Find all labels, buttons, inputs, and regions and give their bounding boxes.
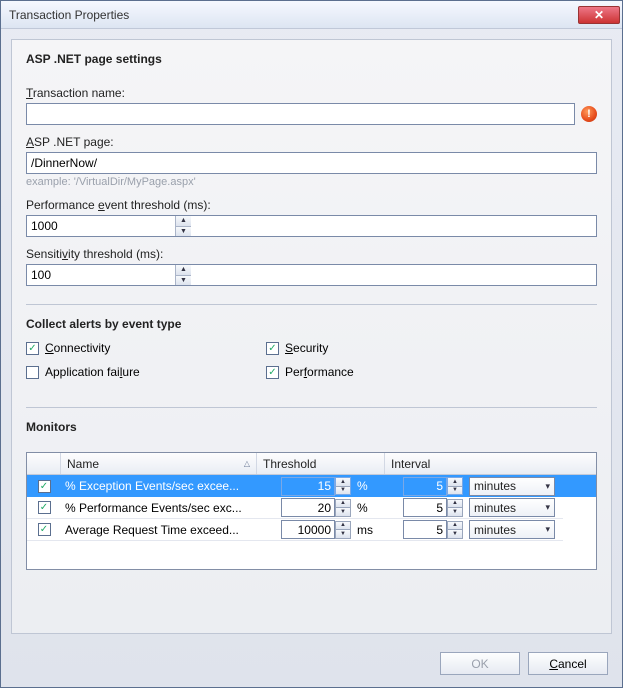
asp-page-label: ASP .NET page: [26,135,597,149]
row-checkbox[interactable]: ✓ [38,501,51,514]
table-row[interactable]: ✓% Exception Events/sec excee...15▲▼%5▲▼… [27,475,596,497]
transaction-name-input[interactable] [26,103,575,125]
perf-threshold-input[interactable] [27,216,175,236]
spin-up-icon[interactable]: ▲ [176,265,191,276]
perf-threshold-spinner[interactable]: ▲▼ [26,215,597,237]
interval-unit-combo[interactable]: minutes [469,477,555,496]
checkbox-icon: ✓ [266,342,279,355]
threshold-unit: % [353,475,385,497]
checkbox-label: Connectivity [45,341,110,355]
monitors-table: Name△ Threshold Interval ✓ % Exception Ev… [26,452,597,570]
threshold-value[interactable]: 10000 [281,520,335,539]
threshold-value[interactable]: 15 [281,477,335,496]
asp-page-hint: example: '/VirtualDir/MyPage.aspx' [26,176,597,188]
threshold-unit: % [353,497,385,519]
checkbox-icon: ✓ [26,342,39,355]
sens-threshold-input[interactable] [27,265,175,285]
titlebar: Transaction Properties ✕ [1,1,622,29]
spin-down-icon[interactable]: ▼ [336,530,350,538]
spin-down-icon[interactable]: ▼ [448,487,462,495]
row-name: % Performance Events/sec exc... [61,497,257,519]
threshold-spinner[interactable]: ▲▼ [335,499,351,517]
checkbox-icon: ✓ [266,366,279,379]
dialog-window: Transaction Properties ✕ ASP .NET page s… [0,0,623,688]
row-name: Average Request Time exceed... [61,519,257,541]
sort-asc-icon: △ [244,459,250,468]
error-icon: ! [581,106,597,122]
checkbox-connectivity[interactable]: ✓ Connectivity [26,341,226,355]
header-name[interactable]: Name△ [61,453,257,474]
spin-up-icon[interactable]: ▲ [448,522,462,531]
separator [26,407,597,408]
checkbox-performance[interactable]: ✓ Performance [266,365,466,379]
close-button[interactable]: ✕ [578,6,620,24]
dialog-footer: OK Cancel [1,644,622,687]
interval-spinner[interactable]: ▲▼ [447,499,463,517]
spin-down-icon[interactable]: ▼ [336,487,350,495]
spin-down-icon[interactable]: ▼ [336,508,350,516]
spin-up-icon[interactable]: ▲ [336,500,350,509]
row-name: % Exception Events/sec excee... [61,475,257,497]
transaction-name-label: Transaction name: [26,86,597,100]
checkbox-icon [26,366,39,379]
section-heading-page-settings: ASP .NET page settings [26,52,597,66]
header-threshold[interactable]: Threshold [257,453,385,474]
table-body: ✓% Exception Events/sec excee...15▲▼%5▲▼… [27,475,596,541]
threshold-spinner[interactable]: ▲▼ [335,521,351,539]
dialog-content: ASP .NET page settings Transaction name:… [11,39,612,634]
interval-unit-combo[interactable]: minutes [469,498,555,517]
checkbox-label: Performance [285,365,354,379]
header-interval[interactable]: Interval [385,453,596,474]
header-checkbox-col[interactable] [27,453,61,474]
spin-up-icon[interactable]: ▲ [176,216,191,227]
perf-threshold-label: Performance event threshold (ms): [26,198,597,212]
checkbox-security[interactable]: ✓ Security [266,341,466,355]
spin-up-icon[interactable]: ▲ [448,478,462,487]
threshold-spinner[interactable]: ▲▼ [335,477,351,495]
interval-value[interactable]: 5 [403,520,447,539]
sens-threshold-label: Sensitivity threshold (ms): [26,247,597,261]
table-row[interactable]: ✓% Performance Events/sec exc...20▲▼%5▲▼… [27,497,596,519]
spin-up-icon[interactable]: ▲ [336,478,350,487]
sens-threshold-spinner[interactable]: ▲▼ [26,264,597,286]
interval-spinner[interactable]: ▲▼ [447,521,463,539]
threshold-unit: ms [353,519,385,541]
ok-button[interactable]: OK [440,652,520,675]
row-checkbox[interactable]: ✓ [38,523,51,536]
row-checkbox[interactable]: ✓ [38,480,51,493]
interval-spinner[interactable]: ▲▼ [447,477,463,495]
separator [26,304,597,305]
interval-value[interactable]: 5 [403,498,447,517]
titlebar-title: Transaction Properties [9,8,578,22]
table-row[interactable]: ✓Average Request Time exceed...10000▲▼ms… [27,519,596,541]
spin-down-icon[interactable]: ▼ [176,276,191,286]
spin-up-icon[interactable]: ▲ [448,500,462,509]
threshold-value[interactable]: 20 [281,498,335,517]
section-heading-monitors: Monitors [26,420,597,434]
asp-page-input[interactable] [26,152,597,174]
spinner-buttons[interactable]: ▲▼ [175,216,191,236]
section-heading-alerts: Collect alerts by event type [26,317,597,331]
interval-value[interactable]: 5 [403,477,447,496]
checkbox-label: Application failure [45,365,140,379]
spin-down-icon[interactable]: ▼ [448,508,462,516]
cancel-button[interactable]: Cancel [528,652,608,675]
spin-down-icon[interactable]: ▼ [448,530,462,538]
spinner-buttons[interactable]: ▲▼ [175,265,191,285]
spin-down-icon[interactable]: ▼ [176,227,191,237]
checkbox-label: Security [285,341,328,355]
close-icon: ✕ [594,8,604,22]
spin-up-icon[interactable]: ▲ [336,522,350,531]
table-header: Name△ Threshold Interval [27,453,596,475]
checkbox-app-failure[interactable]: Application failure [26,365,226,379]
interval-unit-combo[interactable]: minutes [469,520,555,539]
